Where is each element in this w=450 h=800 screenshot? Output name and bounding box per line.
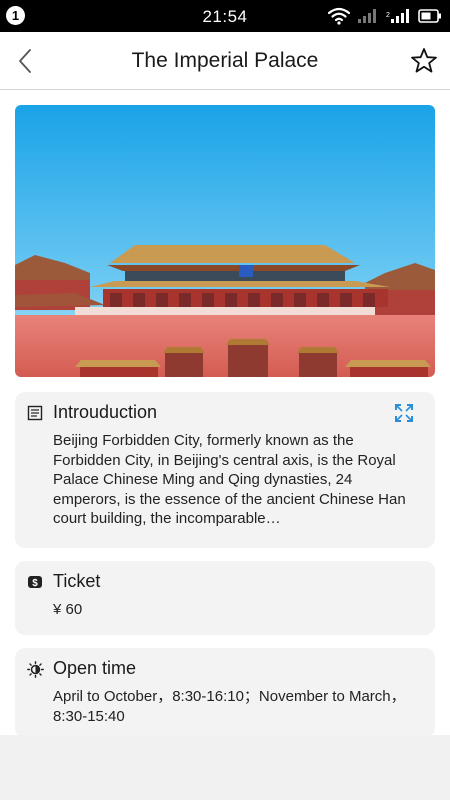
page-title: The Imperial Palace	[131, 49, 319, 72]
svg-text:2: 2	[386, 12, 390, 19]
favorite-button[interactable]	[408, 45, 440, 77]
money-icon: $	[28, 576, 42, 589]
wifi-icon	[328, 7, 350, 25]
ticket-title: Ticket	[53, 571, 101, 591]
introduction-card: Introuduction Beijing Forbidden City, fo…	[15, 392, 435, 548]
open-time-title: Open time	[53, 658, 137, 678]
introduction-text: Beijing Forbidden City, formerly known a…	[53, 432, 406, 527]
open-time-text: April to October，8:30-16:10；November to …	[53, 688, 406, 725]
signal-icon: 2	[386, 9, 409, 23]
content-area: Introuduction Beijing Forbidden City, fo…	[0, 90, 450, 738]
bottom-area	[0, 735, 450, 800]
status-time: 21:54	[202, 7, 248, 26]
battery-icon	[418, 9, 441, 23]
introduction-title: Introuduction	[53, 402, 158, 422]
ticket-price: ¥ 60	[53, 601, 83, 618]
expand-icon[interactable]	[393, 402, 415, 424]
status-bar: 1 21:54 2	[0, 0, 450, 32]
ticket-card: $ Ticket ¥ 60	[15, 561, 435, 635]
svg-text:$: $	[32, 578, 38, 589]
open-time-card: Open time April to October，8:30-16:10；No…	[15, 648, 435, 738]
back-button[interactable]	[10, 45, 42, 77]
document-icon	[27, 405, 43, 421]
hero-image	[15, 105, 435, 377]
app-header: The Imperial Palace	[0, 32, 450, 90]
sun-icon	[27, 661, 44, 678]
signal-icon	[358, 9, 376, 23]
